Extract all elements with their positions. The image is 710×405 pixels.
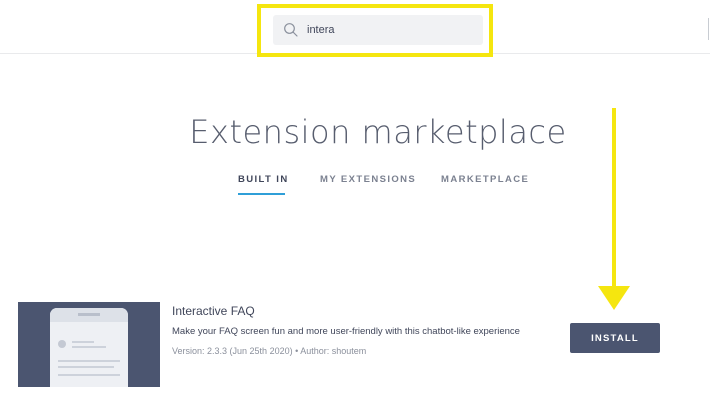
search-input[interactable] <box>307 15 477 45</box>
phone-header <box>50 308 128 322</box>
tab-my-extensions[interactable]: MY EXTENSIONS <box>320 174 416 185</box>
chat-avatar <box>58 340 66 348</box>
extension-name[interactable]: Interactive FAQ <box>172 304 255 318</box>
active-tab-indicator <box>238 193 285 195</box>
chat-line <box>72 346 106 348</box>
topbar-divider <box>708 18 709 40</box>
search-box[interactable] <box>273 15 483 45</box>
phone-header-bar <box>78 313 100 316</box>
tab-built-in[interactable]: BUILT IN <box>238 174 289 185</box>
arrow-down-icon <box>596 106 632 312</box>
chat-line <box>58 374 120 376</box>
phone-mockup <box>50 308 128 387</box>
install-button[interactable]: INSTALL <box>570 323 660 353</box>
chat-line <box>72 341 94 343</box>
extension-meta: Version: 2.3.3 (Jun 25th 2020) • Author:… <box>172 346 367 356</box>
search-icon <box>283 22 299 38</box>
chat-line <box>58 366 114 368</box>
tab-marketplace[interactable]: MARKETPLACE <box>441 174 529 185</box>
extension-description: Make your FAQ screen fun and more user-f… <box>172 326 520 337</box>
chat-line <box>58 360 120 362</box>
extension-thumbnail <box>18 302 160 387</box>
